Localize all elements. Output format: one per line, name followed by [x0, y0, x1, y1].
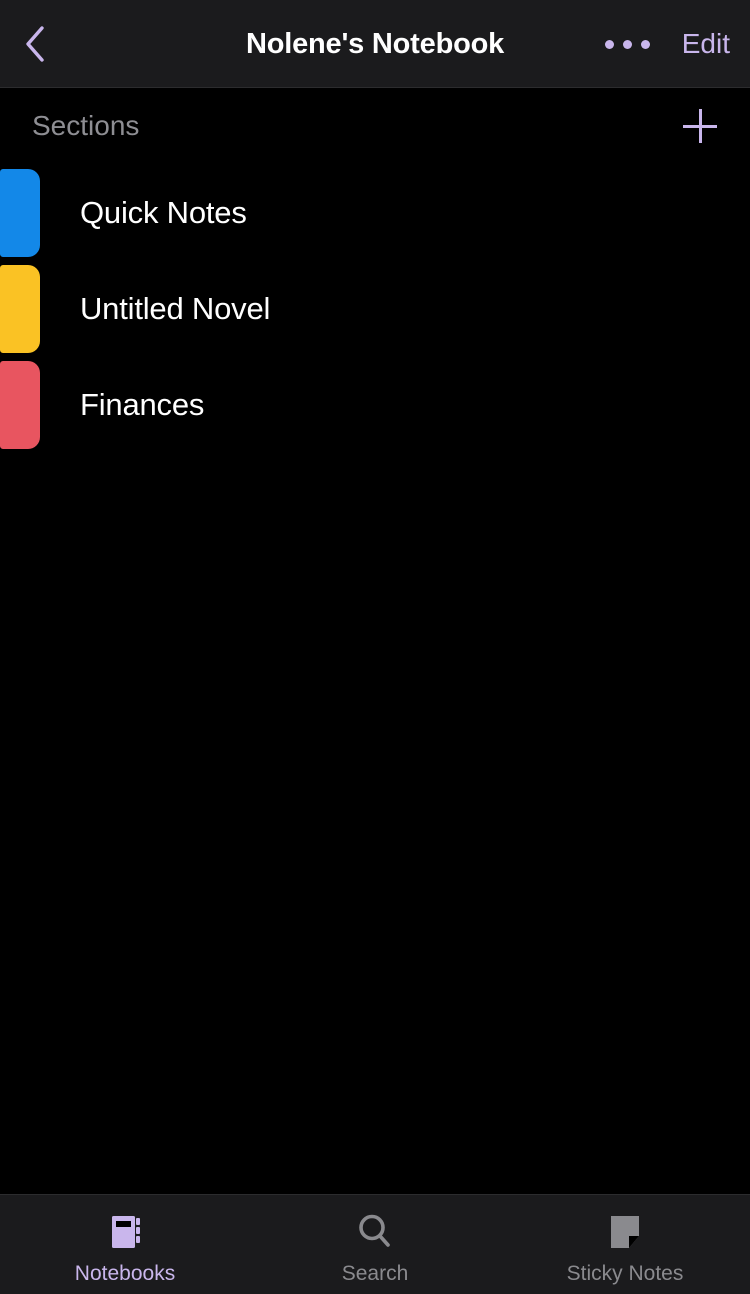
- section-row[interactable]: Untitled Novel: [0, 261, 750, 357]
- tab-search-label: Search: [341, 1262, 409, 1285]
- more-horizontal-icon-dot-3: [640, 39, 650, 49]
- back-button[interactable]: [0, 0, 70, 88]
- chevron-left-icon: [26, 26, 44, 62]
- tab-search[interactable]: Search: [250, 1195, 500, 1294]
- more-horizontal-icon-dot-2: [622, 39, 632, 49]
- more-options-button[interactable]: [601, 28, 654, 61]
- add-section-button[interactable]: [672, 98, 728, 154]
- tab-sticky-notes-label: Sticky Notes: [566, 1262, 684, 1285]
- notebook-icon: [102, 1209, 148, 1255]
- section-row[interactable]: Finances: [0, 357, 750, 453]
- content-area: Sections Quick Notes Untitled Novel Fina…: [0, 88, 750, 1194]
- more-horizontal-icon-dot-1: [604, 39, 614, 49]
- navbar-actions: Edit: [601, 0, 732, 88]
- sections-list: Quick Notes Untitled Novel Finances: [0, 165, 750, 453]
- tab-notebooks[interactable]: Notebooks: [0, 1195, 250, 1294]
- search-icon: [352, 1209, 398, 1255]
- edit-button[interactable]: Edit: [680, 20, 732, 68]
- bottom-tab-bar: Notebooks Search Sticky Notes: [0, 1194, 750, 1294]
- plus-icon-vertical: [698, 109, 702, 143]
- sticky-note-icon: [602, 1209, 648, 1255]
- section-color-tab: [0, 361, 40, 449]
- section-color-tab: [0, 169, 40, 257]
- section-row[interactable]: Quick Notes: [0, 165, 750, 261]
- sections-header: Sections: [0, 88, 750, 164]
- section-label: Untitled Novel: [80, 291, 271, 326]
- sections-heading: Sections: [32, 110, 140, 141]
- tab-sticky-notes[interactable]: Sticky Notes: [500, 1195, 750, 1294]
- section-color-tab: [0, 265, 40, 353]
- tab-notebooks-label: Notebooks: [74, 1262, 176, 1285]
- navigation-bar: Nolene's Notebook Edit: [0, 0, 750, 88]
- section-label: Finances: [80, 387, 205, 422]
- app-root: Nolene's Notebook Edit Sections Quick No…: [0, 0, 750, 1294]
- section-label: Quick Notes: [80, 195, 247, 230]
